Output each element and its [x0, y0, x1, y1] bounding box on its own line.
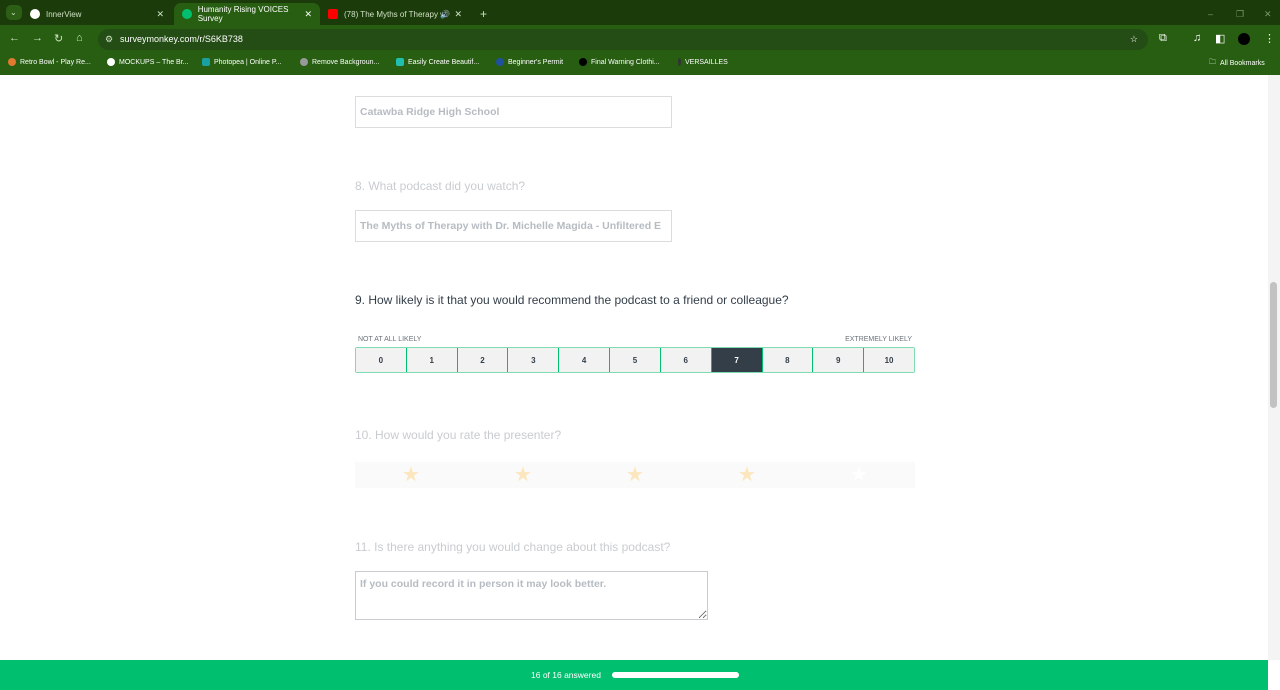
- nps-option-10[interactable]: 10: [864, 348, 914, 372]
- innerview-favicon-icon: [30, 9, 40, 19]
- bookmark-label: MOCKUPS – The Br...: [119, 58, 189, 66]
- new-tab-button[interactable]: +: [472, 3, 495, 25]
- bookmarks-bar: Retro Bowl - Play Re... MOCKUPS – The Br…: [0, 53, 1280, 75]
- nps-option-0[interactable]: 0: [356, 348, 407, 372]
- star-icon[interactable]: ★: [579, 462, 691, 488]
- bookmark-label: Remove Backgroun...: [312, 58, 380, 66]
- bookmark-item[interactable]: MOCKUPS – The Br...: [107, 58, 189, 66]
- bookmark-item[interactable]: Photopea | Online P...: [202, 58, 281, 66]
- tab-title: Humanity Rising VOICES Survey: [197, 5, 289, 23]
- bookmark-label: Photopea | Online P...: [214, 58, 282, 66]
- forward-icon[interactable]: →: [32, 32, 43, 44]
- back-icon[interactable]: ←: [9, 32, 20, 44]
- nps-option-8[interactable]: 8: [762, 348, 814, 372]
- nps-high-label: EXTREMELY LIKELY: [845, 336, 912, 343]
- q8-answer-field[interactable]: The Myths of Therapy with Dr. Michelle M…: [355, 210, 672, 242]
- tab-search-button[interactable]: ⌄: [6, 5, 22, 20]
- star-icon[interactable]: ★: [691, 462, 803, 488]
- bookmark-item[interactable]: VERSAILLES: [678, 58, 728, 66]
- tab-title: InnerView: [46, 9, 82, 19]
- nps-option-2[interactable]: 2: [457, 348, 509, 372]
- bookmark-label: Final Warning Clothi...: [591, 58, 660, 66]
- nps-option-4[interactable]: 4: [559, 348, 611, 372]
- bookmark-label: VERSAILLES: [685, 58, 728, 66]
- bookmark-item[interactable]: Beginner's Permit: [496, 58, 563, 66]
- folder-icon: 🗀: [1209, 59, 1216, 66]
- tab-title: (78) The Myths of Therapy w: [344, 9, 446, 19]
- toolbar: ← → ↻ ⌂ ⚙ surveymonkey.com/r/S6KB738 ☆ ⧉ ♫…: [0, 25, 1280, 53]
- home-icon[interactable]: ⌂: [76, 32, 83, 44]
- bookmark-label: All Bookmarks: [1220, 60, 1265, 67]
- nps-option-3[interactable]: 3: [508, 348, 560, 372]
- surveymonkey-favicon-icon: [182, 9, 192, 19]
- media-icon[interactable]: ♫: [1193, 32, 1201, 44]
- progress-text: 16 of 16 answered: [531, 670, 601, 680]
- bookmark-item[interactable]: Easily Create Beautif...: [396, 58, 479, 66]
- progress-footer: 16 of 16 answered: [0, 660, 1268, 690]
- scrollbar[interactable]: [1268, 75, 1280, 660]
- restore-button[interactable]: ❐: [1228, 3, 1252, 25]
- q9-label: 9. How likely is it that you would recom…: [355, 293, 789, 307]
- star-icon[interactable]: ★: [355, 462, 467, 488]
- close-window-button[interactable]: ✕: [1256, 3, 1280, 25]
- star-icon[interactable]: ★: [467, 462, 579, 488]
- side-panel-icon[interactable]: ◧: [1215, 32, 1225, 45]
- progress-bar-fill: [612, 672, 739, 678]
- reload-icon[interactable]: ↻: [54, 32, 63, 45]
- q11-label: 11. Is there anything you would change a…: [355, 540, 671, 554]
- star-rating: ★ ★ ★ ★ ★: [355, 462, 915, 488]
- profile-avatar[interactable]: [1238, 33, 1250, 45]
- bookmark-label: Beginner's Permit: [508, 58, 564, 66]
- nps-option-7[interactable]: 7: [711, 348, 763, 372]
- bookmark-star-icon[interactable]: ☆: [1130, 29, 1138, 50]
- close-tab-icon[interactable]: ✕: [454, 9, 462, 20]
- scrollbar-thumb[interactable]: [1270, 282, 1277, 408]
- tab-strip: ⌄ InnerView ✕ Humanity Rising VOICES Surv…: [0, 0, 1280, 25]
- tab-innerview[interactable]: InnerView ✕: [22, 3, 172, 25]
- address-bar[interactable]: ⚙ surveymonkey.com/r/S6KB738 ☆: [98, 29, 1148, 50]
- audio-playing-icon[interactable]: 🔊: [440, 10, 450, 19]
- q10-label: 10. How would you rate the presenter?: [355, 428, 562, 442]
- bookmark-item[interactable]: Remove Backgroun...: [300, 58, 379, 66]
- bookmark-item[interactable]: Final Warning Clothi...: [579, 58, 660, 66]
- all-bookmarks-button[interactable]: 🗀 All Bookmarks: [1209, 58, 1265, 69]
- nps-low-label: NOT AT ALL LIKELY: [358, 336, 422, 343]
- nps-scale: 0 1 2 3 4 5 6 7 8 9 10: [355, 347, 915, 373]
- tab-youtube[interactable]: (78) The Myths of Therapy w 🔊 ✕: [320, 3, 470, 25]
- bookmark-item[interactable]: Retro Bowl - Play Re...: [8, 58, 91, 66]
- bookmark-label: Retro Bowl - Play Re...: [20, 58, 91, 66]
- close-tab-icon[interactable]: ✕: [304, 9, 312, 20]
- q11-answer-field[interactable]: If you could record it in person it may …: [355, 571, 708, 620]
- tab-survey[interactable]: Humanity Rising VOICES Survey ✕: [174, 3, 320, 25]
- close-tab-icon[interactable]: ✕: [156, 9, 164, 20]
- nps-option-5[interactable]: 5: [610, 348, 661, 372]
- extensions-icon[interactable]: ⧉: [1159, 32, 1167, 45]
- youtube-favicon-icon: [328, 9, 338, 19]
- progress-bar: [612, 672, 739, 678]
- minimize-button[interactable]: –: [1200, 3, 1221, 25]
- site-info-icon[interactable]: ⚙: [105, 29, 113, 50]
- star-icon[interactable]: ★: [803, 462, 915, 488]
- nps-option-1[interactable]: 1: [406, 348, 458, 372]
- menu-icon[interactable]: ⋮: [1264, 32, 1275, 45]
- q7-answer-field[interactable]: Catawba Ridge High School: [355, 96, 672, 128]
- nps-option-6[interactable]: 6: [660, 348, 712, 372]
- nps-option-9[interactable]: 9: [813, 348, 865, 372]
- bookmark-label: Easily Create Beautif...: [408, 58, 480, 66]
- url-text: surveymonkey.com/r/S6KB738: [120, 34, 243, 44]
- q8-label: 8. What podcast did you watch?: [355, 179, 526, 193]
